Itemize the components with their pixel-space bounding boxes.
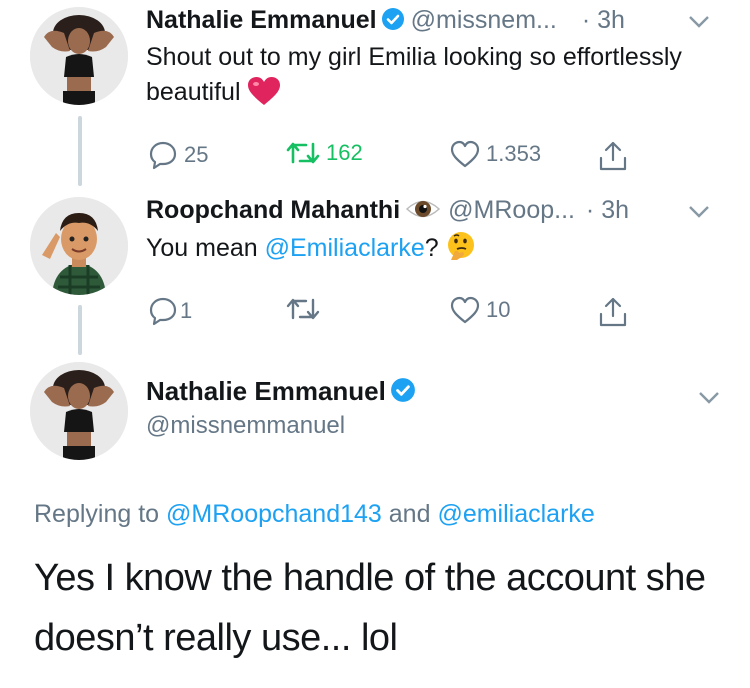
heart-icon — [450, 140, 480, 168]
avatar-photo-icon — [30, 362, 128, 460]
tweet-timestamp[interactable]: · 3h — [586, 196, 629, 224]
chevron-down-icon[interactable] — [696, 384, 722, 410]
tweet-text: Shout out to my girl Emilia looking so e… — [146, 43, 682, 106]
retweet-icon — [286, 142, 320, 164]
tweet-text: You mean @Emiliaclarke? — [146, 230, 730, 266]
tweet-actions: 1 10 — [146, 296, 730, 330]
tweet-header: Roopchand Mahanthi @MRoop... · 3h — [146, 192, 730, 228]
eye-emoji-icon — [406, 200, 441, 218]
share-button[interactable] — [598, 140, 628, 172]
share-button[interactable] — [598, 296, 628, 328]
reply-button[interactable]: 25 — [148, 140, 208, 170]
avatar-nathalie-2[interactable] — [30, 362, 128, 460]
reply-count: 1 — [180, 298, 193, 323]
like-count: 1.353 — [486, 141, 542, 166]
heart-emoji-icon — [247, 77, 280, 105]
avatar-photo-icon — [30, 7, 128, 105]
reply-icon — [149, 141, 177, 170]
mention-link[interactable]: @Emiliaclarke — [265, 234, 425, 262]
thread-connector — [78, 305, 82, 355]
heart-icon — [450, 296, 480, 324]
reply-count: 25 — [184, 142, 209, 167]
tweet-header: Nathalie Emmanuel @missnem... · 3h — [146, 2, 730, 38]
tweet-actions: 25 162 1.353 — [146, 140, 730, 174]
main-tweet-text: Yes I know the handle of the account she… — [34, 557, 706, 659]
verified-badge-icon — [390, 378, 415, 402]
share-icon — [599, 141, 627, 171]
chevron-down-icon[interactable] — [686, 198, 712, 224]
avatar-memoji-icon — [30, 197, 128, 295]
retweet-count: 162 — [326, 140, 363, 165]
like-count: 10 — [486, 297, 511, 322]
thinking-face-emoji-icon — [447, 232, 474, 260]
author-handle[interactable]: @missnem... — [411, 6, 557, 34]
verified-badge-icon — [381, 8, 404, 30]
main-author-name[interactable]: Nathalie Emmanuel — [146, 376, 422, 407]
replying-to: Replying to @MRoopchand143 and @emiliacl… — [34, 500, 595, 528]
retweet-button[interactable] — [286, 296, 326, 322]
avatar-roopchand[interactable] — [30, 197, 128, 295]
tweet-1[interactable]: Nathalie Emmanuel @missnem... · 3h Shout … — [146, 2, 730, 174]
avatar-nathalie-1[interactable] — [30, 7, 128, 105]
like-button[interactable]: 10 — [450, 296, 510, 324]
reply-icon — [149, 297, 177, 326]
main-author-handle[interactable]: @missnemmanuel — [146, 412, 345, 440]
tweet-timestamp[interactable]: · 3h — [582, 6, 625, 34]
author-name[interactable]: Nathalie Emmanuel — [146, 6, 377, 34]
author-name[interactable]: Nathalie Emmanuel — [146, 376, 386, 406]
mention-link[interactable]: @MRoopchand143 — [166, 500, 382, 528]
mention-link[interactable]: @emiliaclarke — [437, 500, 594, 528]
thread-connector — [78, 116, 82, 186]
author-name[interactable]: Roopchand Mahanthi — [146, 196, 400, 224]
retweet-icon — [286, 298, 320, 320]
retweet-button[interactable]: 162 — [286, 140, 363, 166]
chevron-down-icon[interactable] — [686, 8, 712, 34]
author-handle[interactable]: @MRoop... — [448, 196, 575, 224]
like-button[interactable]: 1.353 — [450, 140, 541, 168]
reply-button[interactable]: 1 — [148, 296, 192, 326]
share-icon — [599, 297, 627, 327]
tweet-2[interactable]: Roopchand Mahanthi @MRoop... · 3h You mea… — [146, 192, 730, 330]
